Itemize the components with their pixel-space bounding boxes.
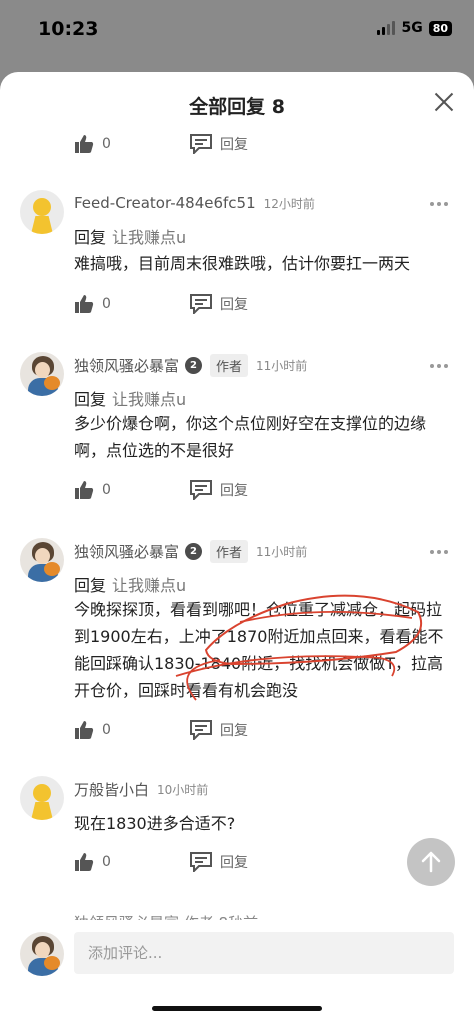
like-count: 0	[102, 136, 111, 152]
username[interactable]: 独领风骚必暴富	[74, 355, 179, 376]
avatar[interactable]	[20, 776, 64, 820]
reply-to-line: 回复 让我赚点u	[74, 572, 186, 596]
more-icon[interactable]	[430, 364, 448, 368]
network-type: 5G	[401, 20, 423, 36]
username[interactable]: 独领风骚必暴富	[74, 541, 179, 562]
signal-icon	[377, 21, 396, 35]
sheet-title: 全部回复 8	[189, 96, 285, 118]
like-count: 0	[102, 722, 111, 738]
status-bar: 10:23 5G 80	[0, 0, 474, 62]
peek-text: 独领风骚必暴富 作者 8秒前	[74, 912, 258, 920]
comment-action-row: 0 回复	[74, 850, 248, 874]
reply-to-line: 回复 让我赚点u	[74, 224, 186, 248]
level-badge: 2	[185, 356, 203, 374]
comment-header: 独领风骚必暴富 2 作者 11小时前	[74, 353, 308, 377]
arrow-up-icon	[421, 851, 441, 873]
comment-time: 12小时前	[263, 196, 315, 211]
reply-to-line: 回复 让我赚点u	[74, 386, 186, 410]
comment-header: 独领风骚必暴富 2 作者 11小时前	[74, 539, 308, 563]
reply-prefix: 回复	[74, 576, 107, 595]
like-icon[interactable]	[74, 720, 94, 740]
reply-target[interactable]: 让我赚点u	[112, 576, 186, 595]
comment-header: Feed-Creator-484e6fc51 12小时前	[74, 192, 315, 214]
home-indicator	[152, 1006, 322, 1011]
parent-action-row: 0 回复	[74, 132, 248, 156]
comment-text: 现在1830进多合适不?	[74, 814, 236, 833]
level-badge: 2	[185, 542, 203, 560]
more-icon[interactable]	[430, 202, 448, 206]
like-icon[interactable]	[74, 134, 94, 154]
like-icon[interactable]	[74, 294, 94, 314]
reply-icon[interactable]	[190, 720, 212, 740]
status-indicators: 5G 80	[377, 20, 452, 36]
comment-time: 11小时前	[256, 358, 308, 373]
reply-button[interactable]: 回复	[220, 720, 248, 740]
comment-action-row: 0 回复	[74, 718, 248, 742]
username[interactable]: 万般皆小白	[74, 779, 149, 800]
reply-prefix: 回复	[74, 228, 107, 247]
sheet-header: 全部回复 8	[0, 72, 474, 136]
my-avatar	[20, 932, 64, 976]
comment-time: 11小时前	[256, 544, 308, 559]
comment-action-row: 0 回复	[74, 292, 248, 316]
status-time: 10:23	[38, 18, 99, 40]
reply-button[interactable]: 回复	[220, 294, 248, 314]
like-count: 0	[102, 854, 111, 870]
reply-button[interactable]: 回复	[220, 134, 248, 154]
scroll-to-top-button[interactable]	[407, 838, 455, 886]
username[interactable]: Feed-Creator-484e6fc51	[74, 194, 256, 212]
like-icon[interactable]	[74, 480, 94, 500]
comment-input[interactable]	[74, 932, 454, 974]
comment-text: 多少价爆仓啊，你这个点位刚好空在支撑位的边缘啊，点位选的不是很好	[74, 414, 427, 460]
reply-icon[interactable]	[190, 480, 212, 500]
avatar[interactable]	[20, 352, 64, 396]
like-count: 0	[102, 482, 111, 498]
avatar[interactable]	[20, 538, 64, 582]
reply-target[interactable]: 让我赚点u	[112, 228, 186, 247]
more-icon[interactable]	[430, 550, 448, 554]
comment-text: 难搞哦，目前周末很难跌哦，估计你要扛一两天	[74, 254, 411, 273]
reply-target[interactable]: 让我赚点u	[112, 390, 186, 409]
comment-action-row: 0 回复	[74, 478, 248, 502]
like-icon[interactable]	[74, 852, 94, 872]
author-tag: 作者	[210, 539, 249, 563]
reply-button[interactable]: 回复	[220, 480, 248, 500]
reply-prefix: 回复	[74, 390, 107, 409]
reply-icon[interactable]	[190, 134, 212, 154]
battery-icon: 80	[428, 20, 452, 36]
reply-icon[interactable]	[190, 852, 212, 872]
reply-icon[interactable]	[190, 294, 212, 314]
author-tag: 作者	[210, 353, 249, 377]
comment-header: 万般皆小白 10小时前	[74, 778, 208, 800]
next-comment-peek: 独领风骚必暴富 作者 8秒前	[0, 908, 474, 920]
comment-time: 10小时前	[157, 782, 209, 797]
replies-sheet: 全部回复 8 0 回复 Feed-Creator-484e6fc51 12小时前…	[0, 72, 474, 1018]
comment-bar	[0, 920, 474, 1018]
comment-text: 今晚探探顶，看看到哪吧！仓位重了减减仓，起码拉到1900左右，上冲了1870附近…	[74, 600, 444, 700]
like-count: 0	[102, 296, 111, 312]
close-icon[interactable]	[432, 90, 456, 114]
reply-button[interactable]: 回复	[220, 852, 248, 872]
avatar[interactable]	[20, 190, 64, 234]
